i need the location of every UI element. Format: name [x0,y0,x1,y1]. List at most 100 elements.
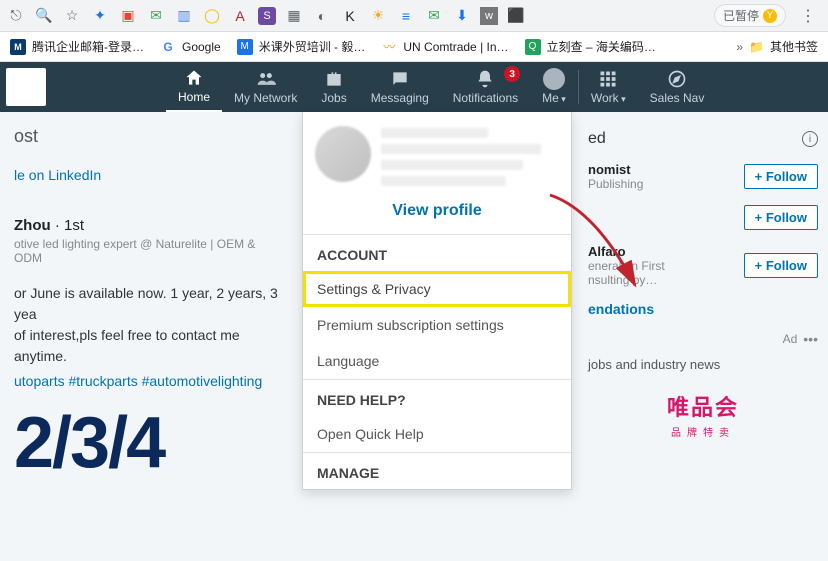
ad-menu-icon[interactable]: ••• [803,331,818,347]
post-body: or June is available now. 1 year, 2 year… [14,283,286,367]
nav-label: Home [178,90,210,104]
nav-label: Notifications [453,91,518,105]
ext-icon[interactable]: ▦ [284,6,304,26]
favicon-icon: M [237,39,253,55]
nav-home[interactable]: Home [166,62,222,112]
ext-icon[interactable]: ≡ [396,6,416,26]
rail-header: ed [588,130,606,148]
bookmarks-chevron-icon[interactable]: » [736,40,743,54]
nav-jobs[interactable]: Jobs [309,62,358,112]
chrome-profile-pill[interactable]: 已暂停 Y [714,4,786,27]
linkedin-nav: Home My Network Jobs Messaging 3 Notific… [0,62,828,112]
bookmark-item[interactable]: M 米课外贸培训 - 毅… [237,38,366,55]
dropdown-language[interactable]: Language [303,343,571,379]
nav-label: Me [542,91,566,105]
suggestion-sub: Publishing [588,177,643,191]
nav-network[interactable]: My Network [222,62,309,112]
nav-notifications[interactable]: 3 Notifications [441,62,530,112]
ext-icon[interactable]: ✉ [424,6,444,26]
nav-label: Work [591,91,626,105]
nav-label: Sales Nav [650,91,705,105]
ext-icon[interactable]: ⬛ [506,6,526,26]
nav-me[interactable]: Me [530,62,578,112]
profile-text-blurred [381,126,559,186]
home-icon [184,68,204,88]
compass-icon [667,69,687,89]
ext-icon[interactable]: ☀ [368,6,388,26]
other-bookmarks[interactable]: 其他书签 [770,38,818,55]
nav-label: Jobs [321,91,346,105]
start-post[interactable]: ost [14,126,286,147]
folder-icon: 📁 [749,40,764,54]
chrome-toolbar: ⎋ 🔍 ☆ ✦ ▣ ✉ ▥ ◯ A S ▦ ◐ K ☀ ≡ ✉ ⬇ w ⬛ 已暂… [0,0,828,32]
follow-button[interactable]: + Follow [744,164,818,189]
avatar-icon [543,69,565,89]
follow-button[interactable]: + Follow [744,205,818,230]
translate-icon[interactable]: ⎋ [6,6,26,26]
grid-icon [599,69,617,89]
ad-label: Ad [783,332,798,346]
chat-icon [390,69,410,89]
search2-icon[interactable]: 🔍 [34,6,54,26]
favicon-icon: M [10,39,26,55]
ext-icon[interactable]: ▥ [174,6,194,26]
suggestion-row: Alfaro eneral en Firstnsulting by… + Fol… [588,244,818,287]
dropdown-profile[interactable] [303,112,571,196]
bookmarks-bar: M 腾讯企业邮箱-登录… G Google M 米课外贸培训 - 毅… 〰 UN… [0,32,828,62]
bookmark-label: Google [182,40,221,54]
post-hashtags[interactable]: utoparts #truckparts #automotivelighting [14,373,286,389]
write-article-link[interactable]: le on LinkedIn [14,167,286,183]
dropdown-open-help[interactable]: Open Quick Help [303,416,571,452]
favicon-icon: Q [525,39,541,55]
suggestion-title[interactable]: Alfaro [588,244,665,259]
chrome-menu-icon[interactable]: ⋮ [794,6,822,26]
more-recommendations-link[interactable]: endations [588,301,818,317]
view-profile-link[interactable]: View profile [303,196,571,234]
ext-icon[interactable]: ✉ [146,6,166,26]
nav-messaging[interactable]: Messaging [359,62,441,112]
ext-icon[interactable]: w [480,7,498,25]
right-rail: ed i nomist Publishing + Follow + Follow… [588,124,818,439]
profile-avatar-icon: Y [763,9,777,23]
briefcase-icon [324,69,344,89]
dropdown-settings-privacy[interactable]: Settings & Privacy [303,271,571,307]
linkedin-logo[interactable] [6,68,46,106]
ad-subtitle: jobs and industry news [588,357,818,372]
follow-button[interactable]: + Follow [744,253,818,278]
suggestion-title[interactable]: nomist [588,162,643,177]
ext-icon[interactable]: ⬇ [452,6,472,26]
feed-column: ost le on LinkedIn Zhou · 1st otive led … [0,112,300,493]
bookmark-label: 米课外贸培训 - 毅… [259,38,366,55]
ext-icon[interactable]: K [340,6,360,26]
favicon-icon: G [160,39,176,55]
bookmark-item[interactable]: G Google [160,39,221,55]
nav-sales[interactable]: Sales Nav [638,62,717,112]
dropdown-section-help: NEED HELP? [303,380,571,416]
ext-icon[interactable]: ◯ [202,6,222,26]
avatar-icon [315,126,371,182]
ext-icon[interactable]: ▣ [118,6,138,26]
nav-label: My Network [234,91,297,105]
post-author-headline: otive led lighting expert @ Naturelite |… [14,237,286,265]
pause-label: 已暂停 [723,7,759,24]
suggestion-row: + Follow [588,205,818,230]
ext-icon[interactable]: S [258,7,276,25]
brand-tagline: 品牌特卖 [588,424,818,439]
ext-icon[interactable]: ✦ [90,6,110,26]
post-author[interactable]: Zhou · 1st [14,217,84,234]
nav-work[interactable]: Work [579,62,638,112]
bookmark-item[interactable]: 〰 UN Comtrade | In… [381,39,508,55]
ext-icon[interactable]: A [230,6,250,26]
star-icon[interactable]: ☆ [62,6,82,26]
bookmark-item[interactable]: Q 立刻查 – 海关编码… [525,38,656,55]
ext-icon[interactable]: ◐ [312,6,332,26]
people-icon [255,69,277,89]
info-icon[interactable]: i [802,131,818,147]
me-dropdown: View profile ACCOUNT Settings & Privacy … [302,112,572,490]
dropdown-premium[interactable]: Premium subscription settings [303,307,571,343]
nav-label: Messaging [371,91,429,105]
notification-badge: 3 [504,66,520,82]
page-surface: ost le on LinkedIn Zhou · 1st otive led … [0,112,828,561]
bookmark-item[interactable]: M 腾讯企业邮箱-登录… [10,38,144,55]
ad-brand[interactable]: 唯品会 品牌特卖 [588,390,818,439]
